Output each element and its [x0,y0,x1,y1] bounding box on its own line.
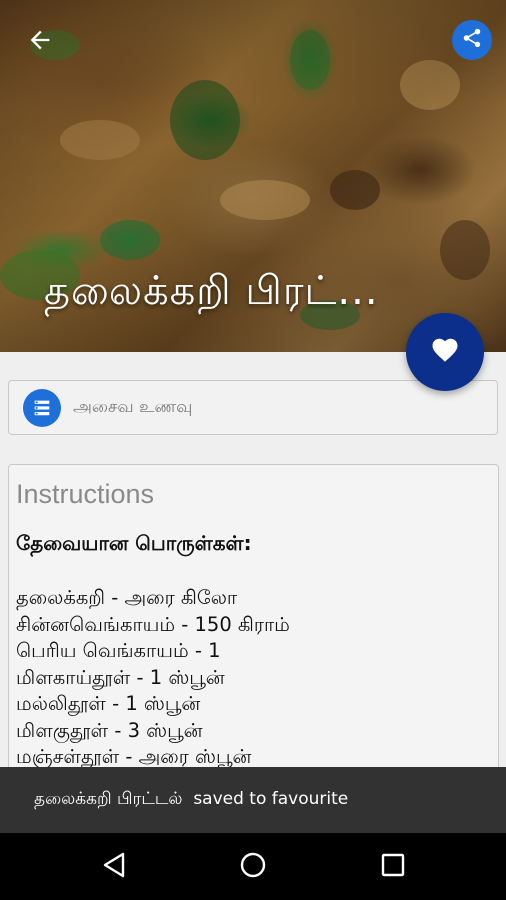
ingredients-title: தேவையான பொருள்கள்: [16,531,252,555]
share-button[interactable] [452,20,492,60]
recipe-detail-screen: தலைக்கறி பிரட்... அசைவ உணவு Instructions… [0,0,506,900]
instructions-heading: Instructions [16,479,155,509]
nav-back-button[interactable] [94,847,134,887]
snackbar: தலைக்கறி பிரட்டல் saved to favourite [0,767,506,833]
recipe-hero-image: தலைக்கறி பிரட்... [0,0,506,352]
nav-home-circle-icon [239,851,267,883]
heart-icon [430,335,460,369]
nav-home-button[interactable] [233,847,273,887]
recipe-title: தலைக்கறி பிரட்... [44,268,379,314]
instructions-card: Instructions தேவையான பொருள்கள்: தலைக்கறி… [8,464,499,784]
ingredient-item: மிளகுதூள் - 3 ஸ்பூன் [16,718,203,742]
ingredient-item: தலைக்கறி - அரை கிலோ [16,586,238,609]
arrow-back-icon [26,26,54,58]
favourite-button[interactable] [406,313,484,391]
ingredient-item: மல்லிதூள் - 1 ஸ்பூன் [16,692,201,715]
nav-recents-button[interactable] [373,847,413,887]
ingredients-list: தலைக்கறி - அரை கிலோ சின்னவெங்காயம் - 150… [16,585,290,771]
system-navigation-bar [0,833,506,900]
ingredient-item: பெரிய வெங்காயம் - 1 [16,639,221,662]
back-button[interactable] [20,22,60,62]
list-icon [23,388,61,427]
category-card[interactable]: அசைவ உணவு [8,380,498,435]
share-icon [461,27,483,53]
nav-recents-square-icon [380,852,406,882]
category-label: அசைவ உணவு [73,396,193,417]
nav-back-triangle-icon [101,851,127,883]
snackbar-message: தலைக்கறி பிரட்டல் saved to favourite [34,789,349,809]
ingredient-item: சின்னவெங்காயம் - 150 கிராம் [16,612,290,636]
ingredient-item: மிளகாய்தூள் - 1 ஸ்பூன் [16,665,225,689]
